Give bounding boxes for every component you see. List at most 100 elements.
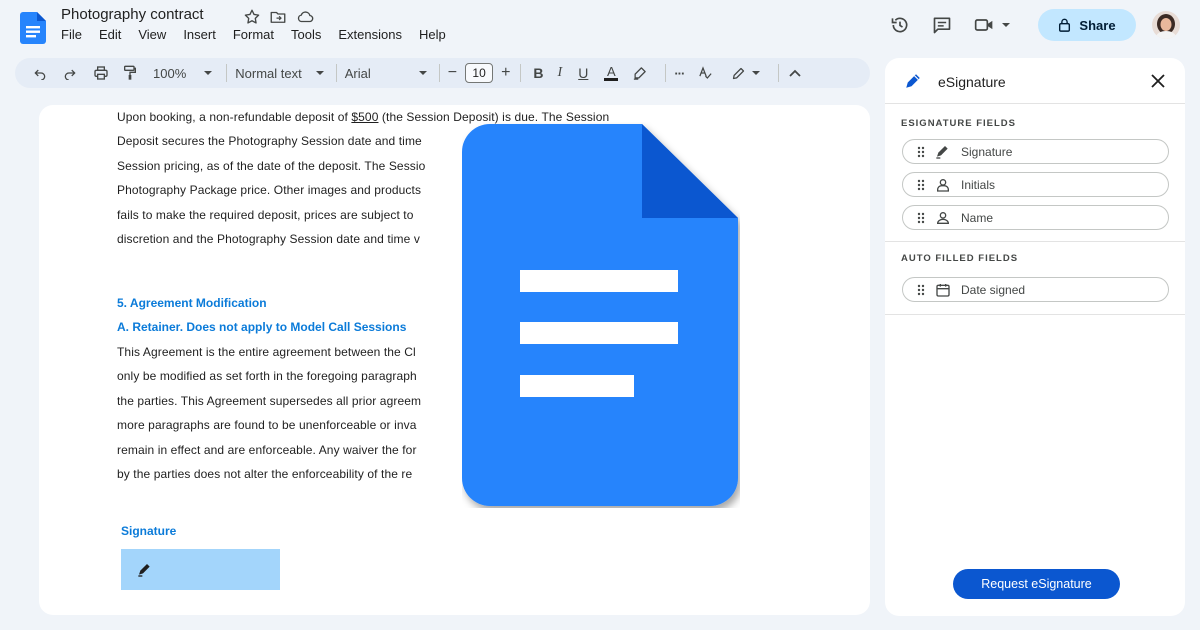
more-options-button[interactable]: ··· — [674, 66, 685, 81]
doc-text-line: Deposit secures the Photography Session … — [117, 134, 422, 148]
paragraph-style-select[interactable]: Normal text — [235, 65, 324, 81]
paint-format-icon[interactable] — [123, 65, 137, 81]
bold-button[interactable]: B — [533, 65, 543, 81]
section-heading: 5. Agreement Modification — [117, 296, 267, 310]
auto-filled-fields-heading: AUTO FILLED FIELDS — [901, 253, 1019, 264]
cloud-status-icon[interactable] — [295, 8, 315, 26]
field-label: Name — [961, 210, 994, 225]
chevron-down-icon[interactable] — [752, 71, 761, 75]
menu-view[interactable]: View — [138, 27, 166, 42]
menu-insert[interactable]: Insert — [183, 27, 216, 42]
person-icon — [936, 211, 950, 224]
decrease-font-size-button[interactable]: − — [448, 64, 457, 82]
font-size-input[interactable]: 10 — [465, 63, 494, 83]
text-color-button[interactable]: A — [604, 63, 619, 81]
doc-text-line: This Agreement is the entire agreement b… — [117, 345, 416, 359]
divider — [335, 64, 337, 82]
doc-text-line: more paragraphs are found to be unenforc… — [117, 418, 417, 432]
doc-text-line: fails to make the required deposit, pric… — [117, 208, 414, 222]
doc-text-line: Photography Package price. Other images … — [117, 183, 422, 197]
divider — [885, 241, 1185, 242]
chevron-down-icon — [418, 71, 427, 75]
font-family-select[interactable]: Arial — [345, 66, 427, 81]
field-label: Signature — [961, 144, 1013, 159]
text-color-swatch — [604, 77, 619, 81]
redo-icon[interactable] — [63, 66, 77, 80]
share-button[interactable]: Share — [1038, 9, 1136, 41]
italic-button[interactable]: I — [558, 65, 563, 81]
increase-font-size-button[interactable]: + — [501, 64, 510, 82]
version-history-icon[interactable] — [890, 15, 910, 35]
text-color-glyph: A — [607, 63, 616, 79]
menu-file[interactable]: File — [61, 27, 82, 42]
star-icon[interactable] — [243, 8, 261, 26]
google-docs-logo-icon — [462, 122, 740, 508]
divider — [885, 314, 1185, 315]
panel-title: eSignature — [938, 74, 1006, 90]
menu-extensions[interactable]: Extensions — [338, 27, 402, 42]
drag-handle-icon[interactable] — [917, 146, 925, 158]
field-initials[interactable]: Initials — [902, 172, 1169, 197]
close-icon[interactable] — [1151, 74, 1165, 88]
menu-bar: File Edit View Insert Format Tools Exten… — [61, 27, 463, 42]
drag-handle-icon[interactable] — [917, 284, 925, 296]
meet-video-icon[interactable] — [974, 16, 1010, 34]
lock-icon — [1059, 18, 1071, 32]
divider — [226, 64, 228, 82]
calendar-icon — [936, 283, 950, 297]
avatar[interactable] — [1152, 11, 1180, 39]
zoom-select[interactable]: 100% — [153, 65, 213, 81]
divider — [665, 64, 667, 82]
doc-text-line: the parties. This Agreement supersedes a… — [117, 394, 422, 408]
doc-text-line: discretion and the Photography Session d… — [117, 232, 420, 246]
field-label: Initials — [961, 177, 996, 192]
signature-icon — [936, 145, 948, 159]
doc-text-line: Session pricing, as of the date of the d… — [117, 159, 426, 173]
divider — [778, 64, 780, 82]
field-signature[interactable]: Signature — [902, 139, 1169, 164]
signature-field-label: Signature — [121, 524, 177, 538]
menu-help[interactable]: Help — [419, 27, 446, 42]
paragraph-style-value: Normal text — [235, 65, 302, 81]
chevron-down-icon — [204, 71, 213, 75]
comments-icon[interactable] — [932, 15, 952, 35]
request-esignature-button[interactable]: Request eSignature — [953, 569, 1120, 599]
field-name[interactable]: Name — [902, 205, 1169, 230]
menu-format[interactable]: Format — [233, 27, 274, 42]
zoom-value: 100% — [153, 65, 187, 81]
formatting-toolbar: 100% Normal text Arial − 10 + B I U A ··… — [15, 58, 870, 88]
chevron-down-icon — [315, 71, 324, 75]
undo-icon[interactable] — [33, 66, 47, 80]
doc-text-line: remain in effect and are enforceable. An… — [117, 443, 417, 457]
subsection-heading: A. Retainer. Does not apply to Model Cal… — [117, 320, 407, 334]
divider — [520, 64, 522, 82]
document-title[interactable]: Photography contract — [61, 6, 204, 23]
print-icon[interactable] — [93, 65, 109, 81]
highlight-icon[interactable] — [632, 66, 647, 81]
esignature-fields-heading: ESIGNATURE FIELDS — [901, 118, 1016, 129]
chevron-down-icon[interactable] — [1002, 23, 1010, 27]
menu-tools[interactable]: Tools — [291, 27, 321, 42]
document-page[interactable]: Upon booking, a non-refundable deposit o… — [39, 105, 870, 615]
esignature-panel: eSignature ESIGNATURE FIELDS Signature I… — [885, 58, 1185, 616]
field-date-signed[interactable]: Date signed — [902, 277, 1169, 302]
initials-icon — [937, 178, 949, 192]
collapse-menu-icon[interactable] — [789, 69, 801, 77]
signature-field-box[interactable] — [121, 549, 280, 590]
font-family-value: Arial — [344, 65, 371, 81]
field-label: Date signed — [961, 282, 1026, 297]
menu-edit[interactable]: Edit — [99, 27, 121, 42]
spelling-check-icon[interactable] — [698, 66, 713, 80]
drag-handle-icon[interactable] — [917, 179, 925, 191]
doc-text-line: only be modified as set forth in the for… — [117, 369, 417, 383]
panel-header: eSignature — [885, 58, 1185, 104]
divider — [438, 64, 440, 82]
editing-mode-icon[interactable] — [731, 66, 746, 81]
move-folder-icon[interactable] — [269, 8, 287, 26]
docs-logo-icon[interactable] — [20, 12, 46, 44]
pen-icon — [138, 564, 150, 577]
share-label: Share — [1079, 17, 1116, 33]
drag-handle-icon[interactable] — [917, 212, 925, 224]
doc-text-line: by the parties does not alter the enforc… — [117, 467, 413, 481]
underline-button[interactable]: U — [578, 65, 588, 81]
